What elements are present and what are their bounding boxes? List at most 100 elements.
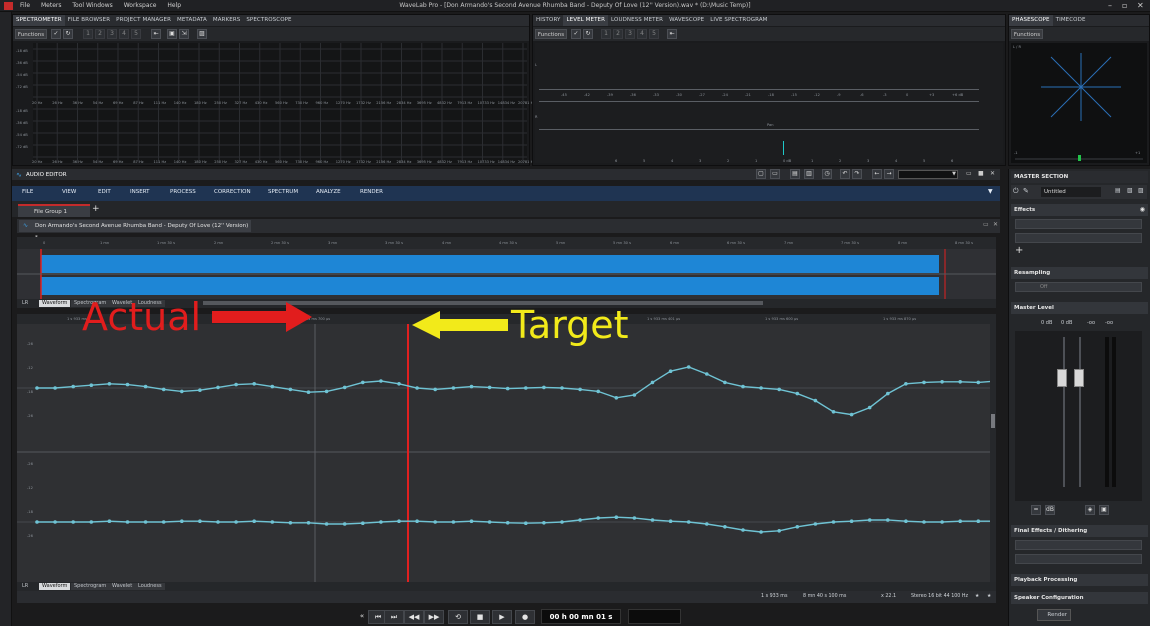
file-group-tab[interactable]: File Group 1 (18, 204, 90, 217)
tab-file-browser[interactable]: FILE BROWSER (65, 15, 113, 26)
tab-close-icon[interactable]: ✕ (993, 221, 998, 228)
document-tab[interactable]: Don Armando's Second Avenue Rhumba Band … (19, 220, 251, 241)
lock-icon[interactable]: ▣ (1099, 505, 1109, 515)
master-level-header[interactable]: Master Level (1011, 302, 1148, 314)
fader-left[interactable] (1057, 369, 1067, 387)
tab-list-icon[interactable]: ▭ (983, 221, 989, 228)
tab-spectrogram[interactable]: Spectrogram (71, 583, 110, 590)
overview-waveform[interactable] (17, 249, 996, 301)
record-icon[interactable]: ● (515, 610, 535, 624)
undo-icon[interactable]: ↶ (840, 169, 850, 179)
cursor-position[interactable]: 1 s 933 ms (761, 594, 787, 599)
effects-header[interactable]: Effects ◉ (1011, 204, 1148, 216)
window-icon[interactable]: ▭ (966, 170, 972, 177)
zoom-select[interactable]: ▼ (898, 170, 958, 179)
maximize-panel-icon[interactable]: ■ (978, 170, 984, 177)
power-icon[interactable]: ⏻ (1013, 187, 1019, 196)
tab-spectroscope[interactable]: SPECTROSCOPE (243, 15, 294, 26)
menu-render[interactable]: RENDER (360, 189, 383, 195)
tab-project-manager[interactable]: PROJECT MANAGER (113, 15, 174, 26)
tab-wavescope[interactable]: WAVESCOPE (666, 15, 707, 26)
menu-spectrum[interactable]: SPECTRUM (268, 189, 298, 195)
fast-forward-icon[interactable]: ▶▶ (424, 610, 444, 624)
main-waveform-graph[interactable] (17, 324, 996, 582)
add-tab-icon[interactable]: + (92, 204, 100, 214)
tab-level-meter[interactable]: LEVEL METER (563, 15, 609, 26)
tab-waveform[interactable]: Waveform (39, 300, 71, 307)
tab-loudness-meter[interactable]: LOUDNESS METER (608, 15, 666, 26)
loop-icon[interactable]: ⟲ (448, 610, 468, 624)
refresh-icon[interactable]: ↻ (63, 29, 73, 39)
link-icon[interactable]: = (1031, 505, 1041, 515)
slot-4-icon[interactable]: 4 (119, 29, 129, 39)
tab-lr[interactable]: LR (19, 300, 31, 307)
slot-5-icon[interactable]: 5 (649, 29, 659, 39)
slot-1-icon[interactable]: 1 (83, 29, 93, 39)
history-icon[interactable]: ◷ (822, 169, 832, 179)
speaker-config-header[interactable]: Speaker Configuration (1011, 592, 1148, 604)
skip-start-icon[interactable]: ⇤ (667, 29, 677, 39)
slot-2-icon[interactable]: 2 (613, 29, 623, 39)
open-folder-icon[interactable]: ▭ (770, 169, 780, 179)
vertical-scrollbar[interactable] (990, 314, 996, 582)
secondary-time-display[interactable] (628, 609, 681, 624)
tab-spectrometer[interactable]: SPECTROMETER (13, 15, 65, 26)
maximize-icon[interactable]: ▫ (1122, 1, 1127, 10)
functions-button[interactable]: Functions (1011, 29, 1043, 39)
tab-loudness[interactable]: Loudness (135, 583, 165, 590)
final-effect-slot-2[interactable] (1015, 554, 1142, 564)
preset-options-icon[interactable]: ▨ (1138, 187, 1144, 194)
effect-slot-1[interactable] (1015, 219, 1142, 229)
functions-button[interactable]: Functions (15, 29, 47, 39)
go-to-end-icon[interactable]: ⏭ (384, 610, 404, 624)
menu-edit[interactable]: EDIT (98, 189, 111, 195)
tab-metadata[interactable]: METADATA (174, 15, 210, 26)
tab-phasescope[interactable]: PHASESCOPE (1009, 15, 1053, 26)
slot-2-icon[interactable]: 2 (95, 29, 105, 39)
preset-name[interactable]: Untitled (1041, 187, 1101, 197)
db-icon[interactable]: dB (1045, 505, 1055, 515)
back-arrow-icon[interactable]: ← (872, 169, 882, 179)
drop-icon[interactable]: ◈ (1085, 505, 1095, 515)
add-effect-icon[interactable]: + (1015, 245, 1023, 256)
close-panel-icon[interactable]: ✕ (990, 170, 995, 177)
menu-correction[interactable]: CORRECTION (214, 189, 251, 195)
vertical-scroll-thumb[interactable] (991, 414, 995, 428)
tab-timecode[interactable]: TIMECODE (1053, 15, 1089, 26)
preset-menu-icon[interactable]: ▤ (1115, 187, 1121, 194)
tab-markers[interactable]: MARKERS (210, 15, 243, 26)
checkmark-icon[interactable]: ✓ (571, 29, 581, 39)
close-icon[interactable]: ✕ (1137, 1, 1144, 10)
slot-1-icon[interactable]: 1 (601, 29, 611, 39)
final-effects-header[interactable]: Final Effects / Dithering (1011, 525, 1148, 537)
forward-arrow-icon[interactable]: → (884, 169, 894, 179)
redo-icon[interactable]: ↷ (852, 169, 862, 179)
new-file-icon[interactable]: ▢ (756, 169, 766, 179)
effect-slot-2[interactable] (1015, 233, 1142, 243)
playback-processing-header[interactable]: Playback Processing (1011, 574, 1148, 586)
menu-process[interactable]: PROCESS (170, 189, 196, 195)
resampling-slot[interactable]: Off (1015, 282, 1142, 292)
tab-history[interactable]: HISTORY (533, 15, 563, 26)
render-button[interactable]: Render (1037, 609, 1071, 621)
export-icon[interactable]: ⇲ (179, 29, 189, 39)
checkmark-icon[interactable]: ✓ (51, 29, 61, 39)
tab-wavelet[interactable]: Wavelet (109, 583, 136, 590)
file-length[interactable]: 8 mn 40 s 100 ms (803, 594, 846, 599)
star-icon[interactable]: ★ (975, 594, 979, 599)
camera-icon[interactable]: ▣ (167, 29, 177, 39)
minimize-icon[interactable]: – (1108, 1, 1112, 10)
save-icon[interactable]: ▤ (790, 169, 800, 179)
tab-lr[interactable]: LR (19, 583, 31, 590)
pen-icon[interactable]: ✎ (1023, 187, 1029, 195)
menu-view[interactable]: VIEW (62, 189, 76, 195)
slot-3-icon[interactable]: 3 (625, 29, 635, 39)
timecode-display[interactable]: 00 h 00 mn 01 s 933 ms (541, 609, 621, 624)
slot-5-icon[interactable]: 5 (131, 29, 141, 39)
star-outline-icon[interactable]: ★ (987, 594, 991, 599)
resampling-header[interactable]: Resampling (1011, 267, 1148, 279)
audio-format[interactable]: Stereo 16 bit 44 100 Hz (911, 594, 968, 599)
stop-icon[interactable]: ■ (470, 610, 490, 624)
menu-insert[interactable]: INSERT (130, 189, 149, 195)
tab-waveform[interactable]: Waveform (39, 583, 71, 590)
